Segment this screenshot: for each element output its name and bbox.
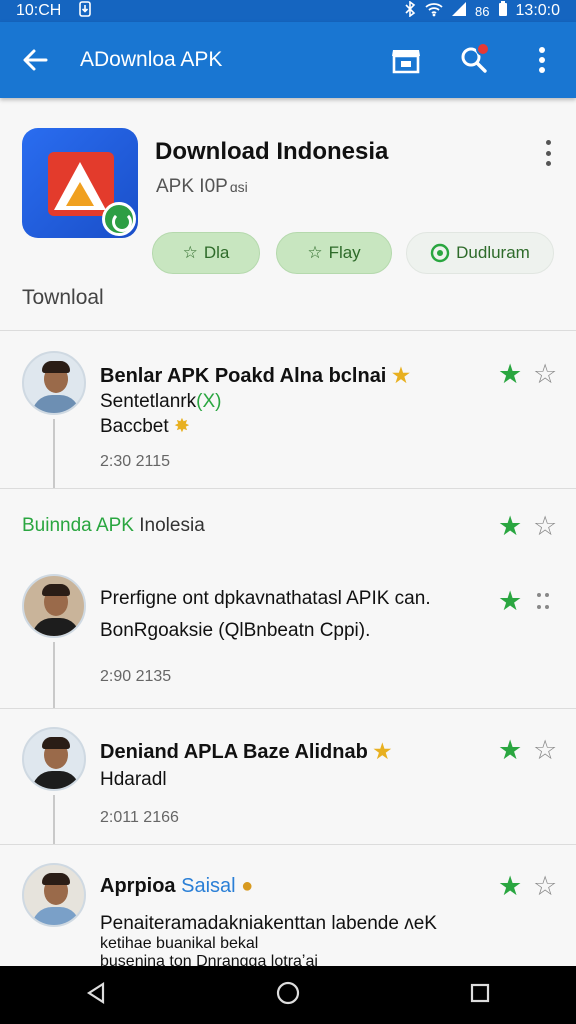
dla-button[interactable]: ☆ Dla (152, 232, 260, 274)
avatar (22, 351, 86, 415)
app-more-button[interactable] (538, 138, 558, 168)
review-title: Benlar APK Poakd Alna bclnai ★ (100, 365, 410, 387)
status-extra: 86 (475, 3, 490, 19)
review-line: BonRgoaksie (QlBnbeatn Cppi). (100, 620, 371, 641)
status-time-right: 13:0:0 (515, 2, 560, 19)
review-time: 2:30 2115 (100, 453, 170, 470)
list-item[interactable]: Prerfigne ont dpkavnathatasl APIK can. B… (0, 564, 576, 708)
dla-button-label: Dla (203, 243, 230, 262)
review-line: Penaiteramadakniakenttan labende ᴧeK (100, 913, 437, 934)
emoji-icon: ● (241, 875, 254, 897)
dudluram-button[interactable]: Dudluram (406, 232, 554, 274)
review-time: 2:011 2166 (100, 809, 179, 826)
review-line: Sentetlanrk(X) (100, 391, 222, 412)
star-outline-icon[interactable]: ☆ (533, 513, 557, 540)
app-subtitle: APK I0P ɑsi (156, 176, 248, 197)
back-nav-button[interactable] (85, 981, 107, 1009)
section-label: Townloal (22, 286, 104, 309)
review-line: Baccbet ✸ (100, 416, 190, 437)
star-outline-icon[interactable]: ☆ (533, 873, 557, 900)
star-outline-icon: ☆ (307, 243, 323, 262)
avatar (22, 574, 86, 638)
square-recents-icon (471, 983, 490, 1002)
list-item[interactable]: Deniand APLA Baze Alidnab ★ Hdaradl 2:01… (0, 708, 576, 845)
review-line: Hdaradl (100, 769, 167, 790)
star-filled-icon[interactable]: ★ (498, 513, 522, 540)
dudluram-button-label: Dudluram (456, 243, 530, 262)
home-nav-button[interactable] (276, 981, 300, 1010)
star-outline-icon[interactable]: ☆ (533, 737, 557, 764)
avatar (22, 727, 86, 791)
search-button[interactable] (440, 22, 508, 98)
recents-nav-button[interactable] (469, 982, 491, 1009)
whatsapp-icon (430, 243, 450, 263)
circle-home-icon (276, 981, 300, 1004)
star-outline-icon[interactable]: ☆ (533, 361, 557, 388)
app-bar: ADownloa APK (0, 22, 576, 98)
drag-handle-icon[interactable] (536, 592, 550, 610)
wifi-icon (425, 1, 443, 22)
app-header: Download Indonesia APK I0P ɑsi ☆ Dla ☆ Fl… (0, 110, 576, 332)
sync-badge-icon (102, 202, 136, 236)
flay-button-label: Flay (328, 243, 361, 262)
review-line: ketihae buanikal bekal (100, 935, 259, 952)
system-nav-bar (0, 966, 576, 1024)
status-bar: 10:CH 86 13:0:0 (0, 0, 576, 22)
app-name: Download Indonesia (155, 138, 389, 165)
star-filled-icon[interactable]: ★ (498, 873, 522, 900)
star-filled-icon[interactable]: ★ (498, 361, 522, 388)
more-vertical-icon (539, 47, 545, 73)
arrow-left-icon (23, 49, 48, 71)
review-title: Aprpioa Saisal ● (100, 875, 254, 897)
star-outline-icon: ☆ (182, 243, 198, 262)
bluetooth-icon (403, 0, 417, 22)
star-filled-icon[interactable]: ★ (498, 737, 522, 764)
star-filled-icon[interactable]: ★ (498, 588, 522, 615)
gold-star-icon: ✸ (173, 416, 190, 437)
app-bar-title: ADownloa APK (80, 48, 223, 71)
app-logo (22, 128, 138, 238)
notification-badge (476, 42, 490, 56)
flay-button[interactable]: ☆ Flay (276, 232, 392, 274)
review-line: Prerfigne ont dpkavnathatasl APIK can. (100, 588, 431, 609)
triangle-back-icon (86, 981, 104, 1004)
section-heading: Buinnda APK Inolesia (22, 515, 205, 536)
list-item[interactable]: Aprpioa Saisal ● Penaiteramadakniakentta… (0, 844, 576, 970)
store-button[interactable] (372, 22, 440, 98)
signal-icon (451, 1, 467, 22)
battery-icon (498, 0, 508, 22)
review-time: 2:90 2135 (100, 668, 172, 685)
store-icon (392, 50, 420, 74)
download-status-icon (79, 0, 92, 22)
avatar (22, 863, 86, 927)
overflow-menu-button[interactable] (508, 22, 576, 98)
list-item[interactable]: Benlar APK Poakd Alna bclnai ★ Sentetlan… (0, 330, 576, 489)
list-item[interactable]: Buinnda APK Inolesia ★ ☆ (0, 488, 576, 564)
review-title: Deniand APLA Baze Alidnab ★ (100, 741, 392, 763)
gold-star-icon: ★ (373, 741, 392, 763)
status-time-left: 10:CH (16, 2, 62, 19)
gold-star-icon: ★ (391, 365, 410, 387)
back-button[interactable] (0, 22, 70, 98)
